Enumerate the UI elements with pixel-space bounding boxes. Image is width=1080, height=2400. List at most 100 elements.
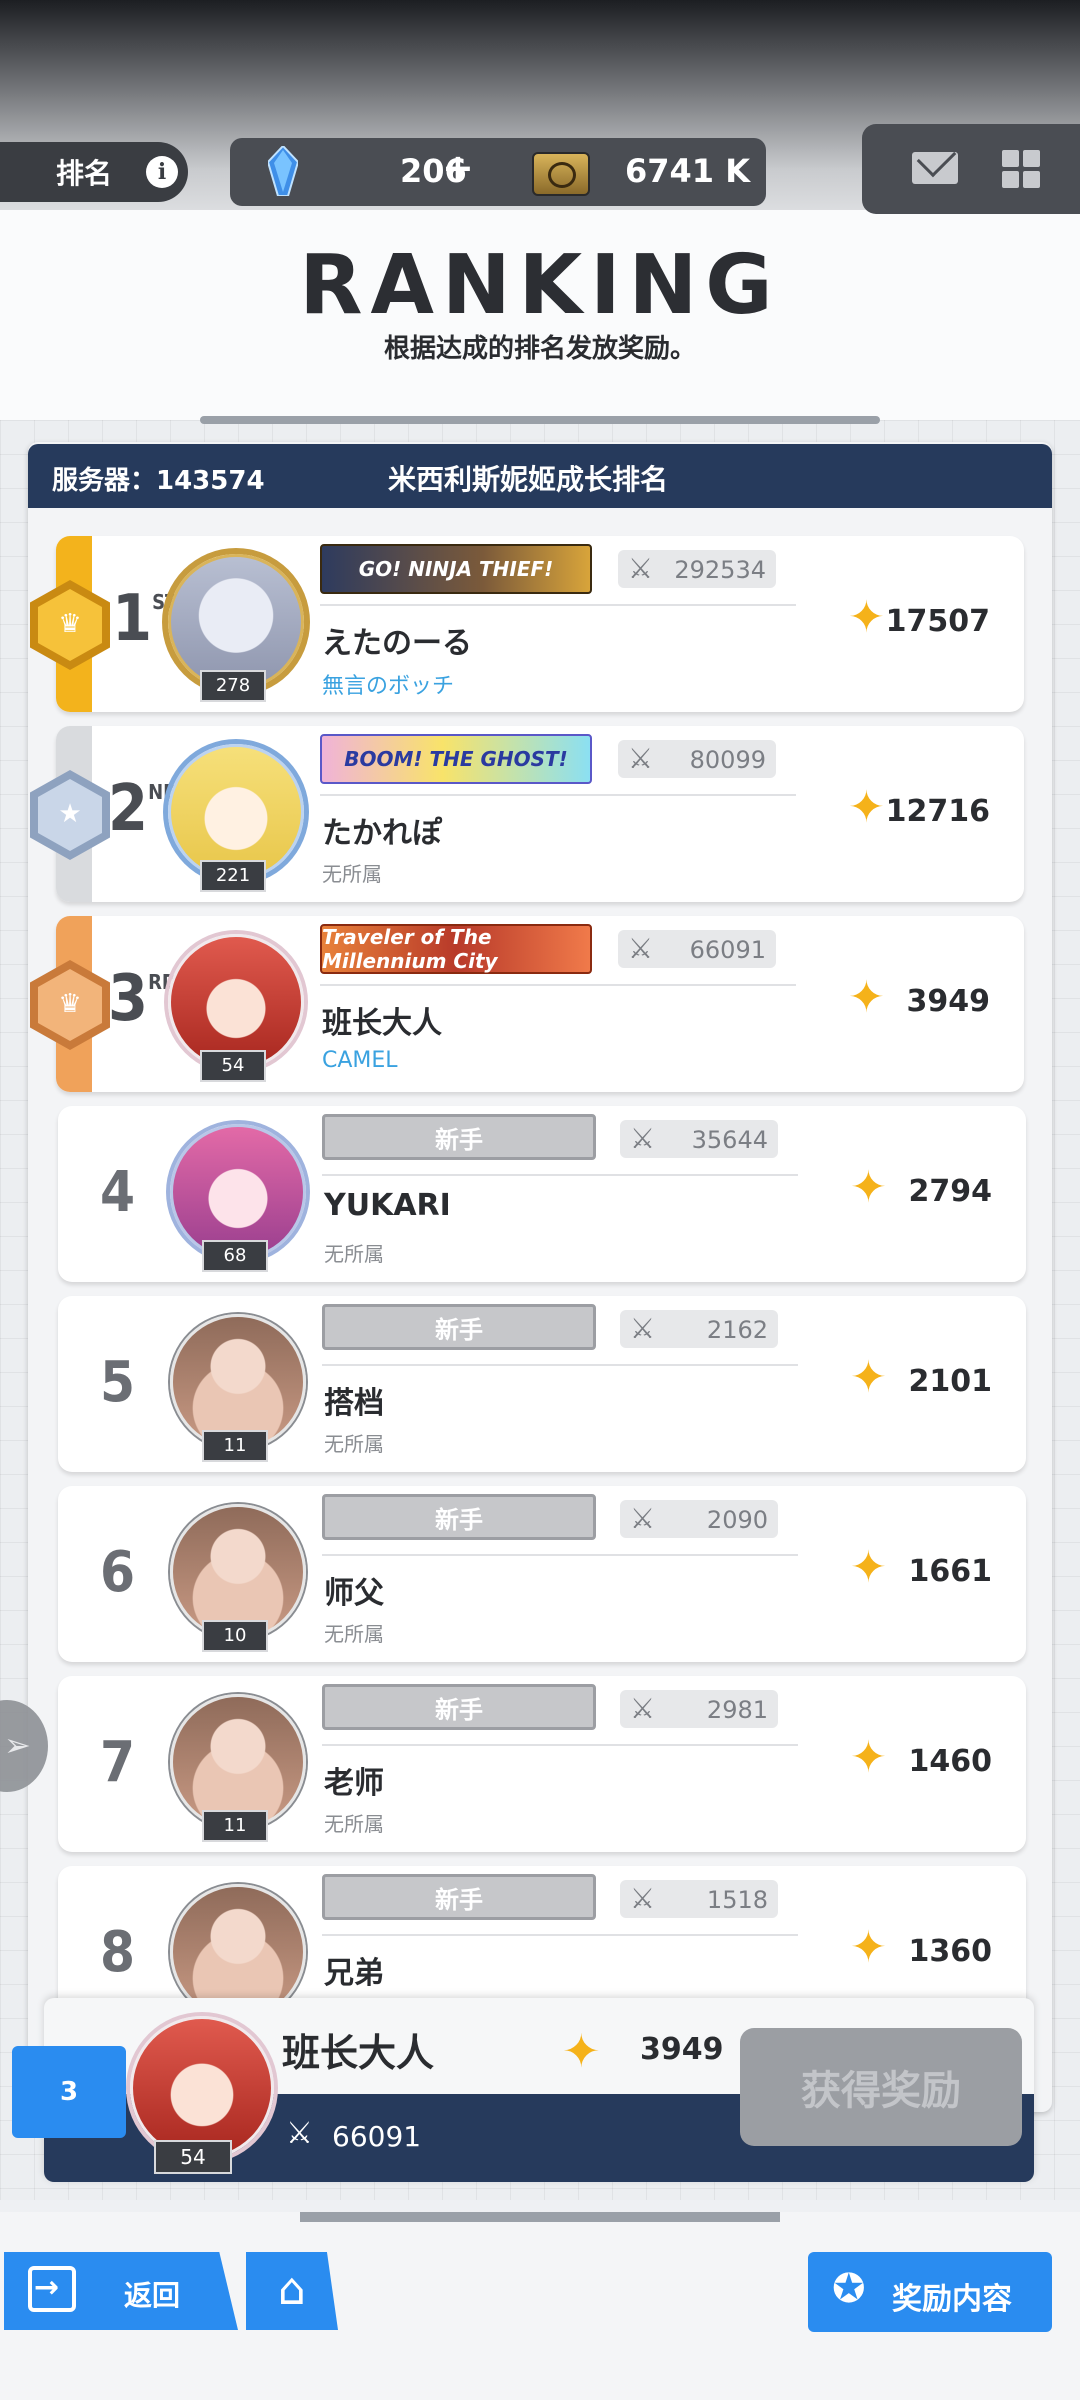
divider	[320, 794, 796, 796]
crossed-swords-icon: ⚔	[630, 1502, 656, 1535]
claim-reward-button[interactable]: 获得奖励	[740, 2028, 1022, 2146]
player-name: 搭档	[324, 1386, 384, 1421]
rank-place: 4	[100, 1160, 136, 1225]
star-icon: ✦	[850, 1922, 887, 1973]
credit-icon	[532, 152, 590, 196]
crossed-swords-icon: ⚔	[630, 1312, 656, 1345]
back-button[interactable]: 返回	[4, 2252, 238, 2330]
divider	[322, 1744, 798, 1746]
title-banner: Traveler of The Millennium City	[320, 924, 592, 974]
rank-place: 7	[100, 1730, 136, 1795]
my-combat-power: 66091	[332, 2120, 422, 2153]
page-title: RANKING	[299, 238, 781, 333]
player-name: たかれぽ	[322, 816, 442, 851]
ranking-row[interactable]: ★ 2ND 221 BOOM! THE GHOST! ⚔ 80099 たかれぽ 无…	[30, 726, 1024, 902]
player-name: えたのーる	[322, 626, 472, 661]
ranking-row[interactable]: ♛ 3RD 54 Traveler of The Millennium City…	[30, 916, 1024, 1092]
reward-content-button[interactable]: ✪ 奖励内容	[808, 2252, 1052, 2332]
title-banner: 新手	[322, 1684, 596, 1730]
player-name: 师父	[324, 1576, 384, 1611]
ranking-tab[interactable]: 排名 i	[0, 142, 188, 202]
grid-menu-icon[interactable]	[1002, 150, 1042, 190]
title-banner: 新手	[322, 1114, 596, 1160]
divider	[322, 1174, 798, 1176]
star-icon: ✦	[850, 1542, 887, 1593]
rank-place: 3RD	[108, 962, 177, 1036]
combat-power: ⚔ 66091	[618, 930, 776, 968]
level-badge: 11	[202, 1430, 268, 1462]
level-badge: 278	[200, 670, 266, 702]
ranking-row[interactable]: 7 11 新手 ⚔ 2981 老师 无所属 ✦ 1460	[58, 1676, 1026, 1852]
combat-power: ⚔ 1518	[620, 1880, 778, 1918]
star-icon: ✦	[848, 592, 885, 643]
guild-name: 无所属	[324, 1622, 384, 1646]
reward-content-label: 奖励内容	[892, 2282, 1012, 2317]
page-subtitle: 根据达成的排名发放奖励。	[383, 334, 696, 364]
my-rank-badge: 3	[12, 2046, 126, 2138]
home-icon: ⌂	[278, 2264, 306, 2315]
star-icon: ✦	[850, 1732, 887, 1783]
title-banner: 新手	[322, 1874, 596, 1920]
rank-score: 2101	[908, 1364, 993, 1399]
divider	[320, 984, 796, 986]
add-gems-button[interactable]: +	[442, 146, 474, 190]
level-badge: 11	[202, 1810, 268, 1842]
combat-power: ⚔ 35644	[620, 1120, 778, 1158]
rank-place: 6	[100, 1540, 136, 1605]
combat-power: ⚔ 80099	[618, 740, 776, 778]
combat-power: ⚔ 2162	[620, 1310, 778, 1348]
guild-name: 无所属	[324, 1812, 384, 1836]
ranking-row[interactable]: ♛ 1ST 278 GO! NINJA THIEF! ⚔ 292534 えたのーる…	[30, 536, 1024, 712]
title-banner: GO! NINJA THIEF!	[320, 544, 592, 594]
rank-score: 12716	[885, 794, 990, 829]
guild-name: CAMEL	[322, 1048, 398, 1073]
star-icon: ✦	[848, 972, 885, 1023]
crossed-swords-icon: ⚔	[630, 1122, 656, 1155]
level-badge: 54	[200, 1050, 266, 1082]
player-name: 老师	[324, 1766, 384, 1801]
level-badge: 68	[202, 1240, 268, 1272]
back-button-label: 返回	[124, 2279, 181, 2312]
ranking-row[interactable]: 4 68 新手 ⚔ 35644 YUKARI 无所属 ✦ 2794	[58, 1106, 1026, 1282]
my-name: 班长大人	[282, 2031, 435, 2075]
crossed-swords-icon: ⚔	[628, 742, 654, 775]
star-icon: ✦	[850, 1162, 887, 1213]
level-badge: 221	[200, 860, 266, 892]
level-badge: 10	[202, 1620, 268, 1652]
home-button[interactable]: ⌂	[246, 2252, 338, 2330]
ranking-row[interactable]: 6 10 新手 ⚔ 2090 师父 无所属 ✦ 1661	[58, 1486, 1026, 1662]
crystal-icon	[268, 146, 298, 196]
ranking-row[interactable]: 5 11 新手 ⚔ 2162 搭档 无所属 ✦ 2101	[58, 1296, 1026, 1472]
server-label: 服务器：143574	[52, 466, 265, 496]
my-score: 3949	[640, 2032, 724, 2067]
rank-score: 3949	[906, 984, 991, 1019]
crossed-swords-icon: ⚔	[630, 1882, 656, 1915]
board-name: 米西利斯妮姬成长排名	[388, 463, 669, 496]
player-name: 兄弟	[324, 1956, 384, 1991]
crossed-swords-icon: ⚔	[628, 932, 654, 965]
guild-name: 无所属	[324, 1432, 384, 1456]
divider	[322, 1554, 798, 1556]
currency-bar: 206 + 6741 K	[230, 138, 766, 206]
mail-icon[interactable]	[912, 152, 958, 184]
combat-power: ⚔ 292534	[618, 550, 776, 588]
info-icon[interactable]: i	[146, 156, 178, 188]
guild-name: 无所属	[322, 862, 382, 886]
rank-place: 5	[100, 1350, 136, 1415]
title-banner: 新手	[322, 1304, 596, 1350]
divider	[322, 1934, 798, 1936]
guild-name: 无所属	[324, 1242, 384, 1266]
top-right-tray	[862, 124, 1080, 214]
rank-place: 8	[100, 1920, 136, 1985]
combat-power: ⚔ 2981	[620, 1690, 778, 1728]
exit-icon	[28, 2266, 76, 2312]
rank-score: 1360	[908, 1934, 993, 1969]
crossed-swords-icon: ⚔	[286, 2116, 313, 2151]
credit-count: 6741 K	[625, 152, 750, 190]
my-avatar[interactable]	[130, 2016, 274, 2160]
guild-name: 無言のボッチ	[322, 674, 455, 699]
divider	[320, 604, 796, 606]
rank-score: 1661	[908, 1554, 993, 1589]
rank-score: 2794	[908, 1174, 993, 1209]
divider	[322, 1364, 798, 1366]
